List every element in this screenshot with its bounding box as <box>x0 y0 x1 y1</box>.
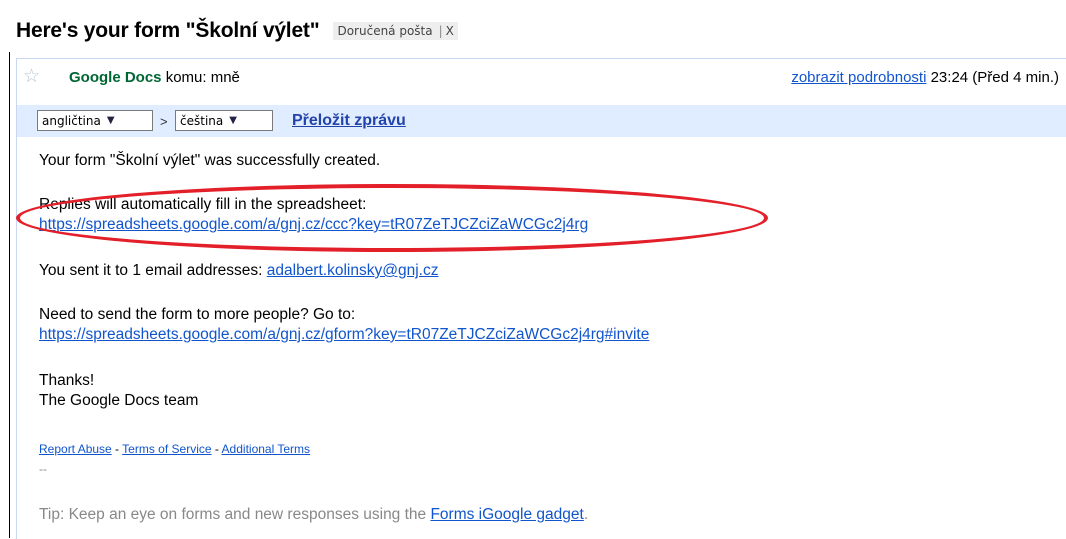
dropdown-arrow-icon: ▼ <box>229 115 237 126</box>
signature-dashes: -- <box>39 462 47 476</box>
sent-line: You sent it to 1 email addresses: adalbe… <box>39 261 438 281</box>
terms-of-service-link[interactable]: Terms of Service <box>122 442 211 456</box>
translate-bar: angličtina ▼ > čeština ▼ Přeložit zprávu <box>17 105 1066 137</box>
message-header: ☆ Google Docs komu: mně zobrazit podrobn… <box>17 59 1066 99</box>
more-people-block: Need to send the form to more people? Go… <box>39 305 649 345</box>
thanks-text: Thanks! <box>39 372 95 389</box>
forms-gadget-link[interactable]: Forms iGoogle gadget <box>430 506 583 523</box>
source-language-value: angličtina <box>42 113 101 128</box>
dropdown-arrow-icon: ▼ <box>106 115 115 126</box>
spreadsheet-link[interactable]: https://spreadsheets.google.com/a/gnj.cz… <box>39 216 588 233</box>
translate-message-link[interactable]: Přeložit zprávu <box>292 112 406 130</box>
sender-line: Google Docs komu: mně <box>69 69 240 86</box>
signoff-block: Thanks! The Google Docs team <box>39 371 198 411</box>
success-line: Your form "Školní výlet" was successfull… <box>39 152 381 169</box>
signature-text: The Google Docs team <box>39 392 199 409</box>
source-language-select[interactable]: angličtina ▼ <box>37 110 153 131</box>
sent-text: You sent it to 1 email addresses: <box>39 262 263 279</box>
more-people-text: Need to send the form to more people? Go… <box>39 306 356 323</box>
email-subject: Here's your form "Školní výlet" <box>16 19 320 42</box>
footer-separator: - <box>211 442 222 456</box>
tip-end: . <box>583 506 589 523</box>
recipient-text: komu: mně <box>165 69 240 86</box>
show-details-link[interactable]: zobrazit podrobnosti <box>791 69 926 86</box>
additional-terms-link[interactable]: Additional Terms <box>222 442 311 456</box>
star-icon[interactable]: ☆ <box>23 67 40 86</box>
replies-text: Replies will automatically fill in the s… <box>39 196 367 213</box>
language-arrow: > <box>160 114 168 129</box>
sender-name[interactable]: Google Docs <box>69 69 162 86</box>
footer-separator: - <box>111 442 123 456</box>
message-panel: ☆ Google Docs komu: mně zobrazit podrobn… <box>16 58 1066 539</box>
window-border <box>9 52 10 538</box>
report-abuse-link[interactable]: Report Abuse <box>39 442 112 456</box>
target-language-value: čeština <box>180 113 224 128</box>
recipient-email-link[interactable]: adalbert.kolinsky@gnj.cz <box>267 262 439 279</box>
remove-label-button[interactable]: X <box>446 24 454 38</box>
label-separator: | <box>438 24 443 38</box>
invite-link[interactable]: https://spreadsheets.google.com/a/gnj.cz… <box>39 326 649 343</box>
label-tag-inbox[interactable]: Doručená pošta | X <box>333 22 458 40</box>
tip-text: Tip: Keep an eye on forms and new respon… <box>39 506 431 523</box>
subject-row: Here's your form "Školní výlet" Doručená… <box>16 16 458 46</box>
header-meta: zobrazit podrobnosti 23:24 (Před 4 min.) <box>791 69 1059 86</box>
target-language-select[interactable]: čeština ▼ <box>175 110 273 131</box>
footer-links: Report Abuse - Terms of Service - Additi… <box>39 439 310 459</box>
replies-block: Replies will automatically fill in the s… <box>39 195 588 235</box>
tip-line: Tip: Keep an eye on forms and new respon… <box>39 505 588 525</box>
label-tag-name: Doručená pošta <box>337 24 433 38</box>
message-time: 23:24 (Před 4 min.) <box>930 69 1059 86</box>
